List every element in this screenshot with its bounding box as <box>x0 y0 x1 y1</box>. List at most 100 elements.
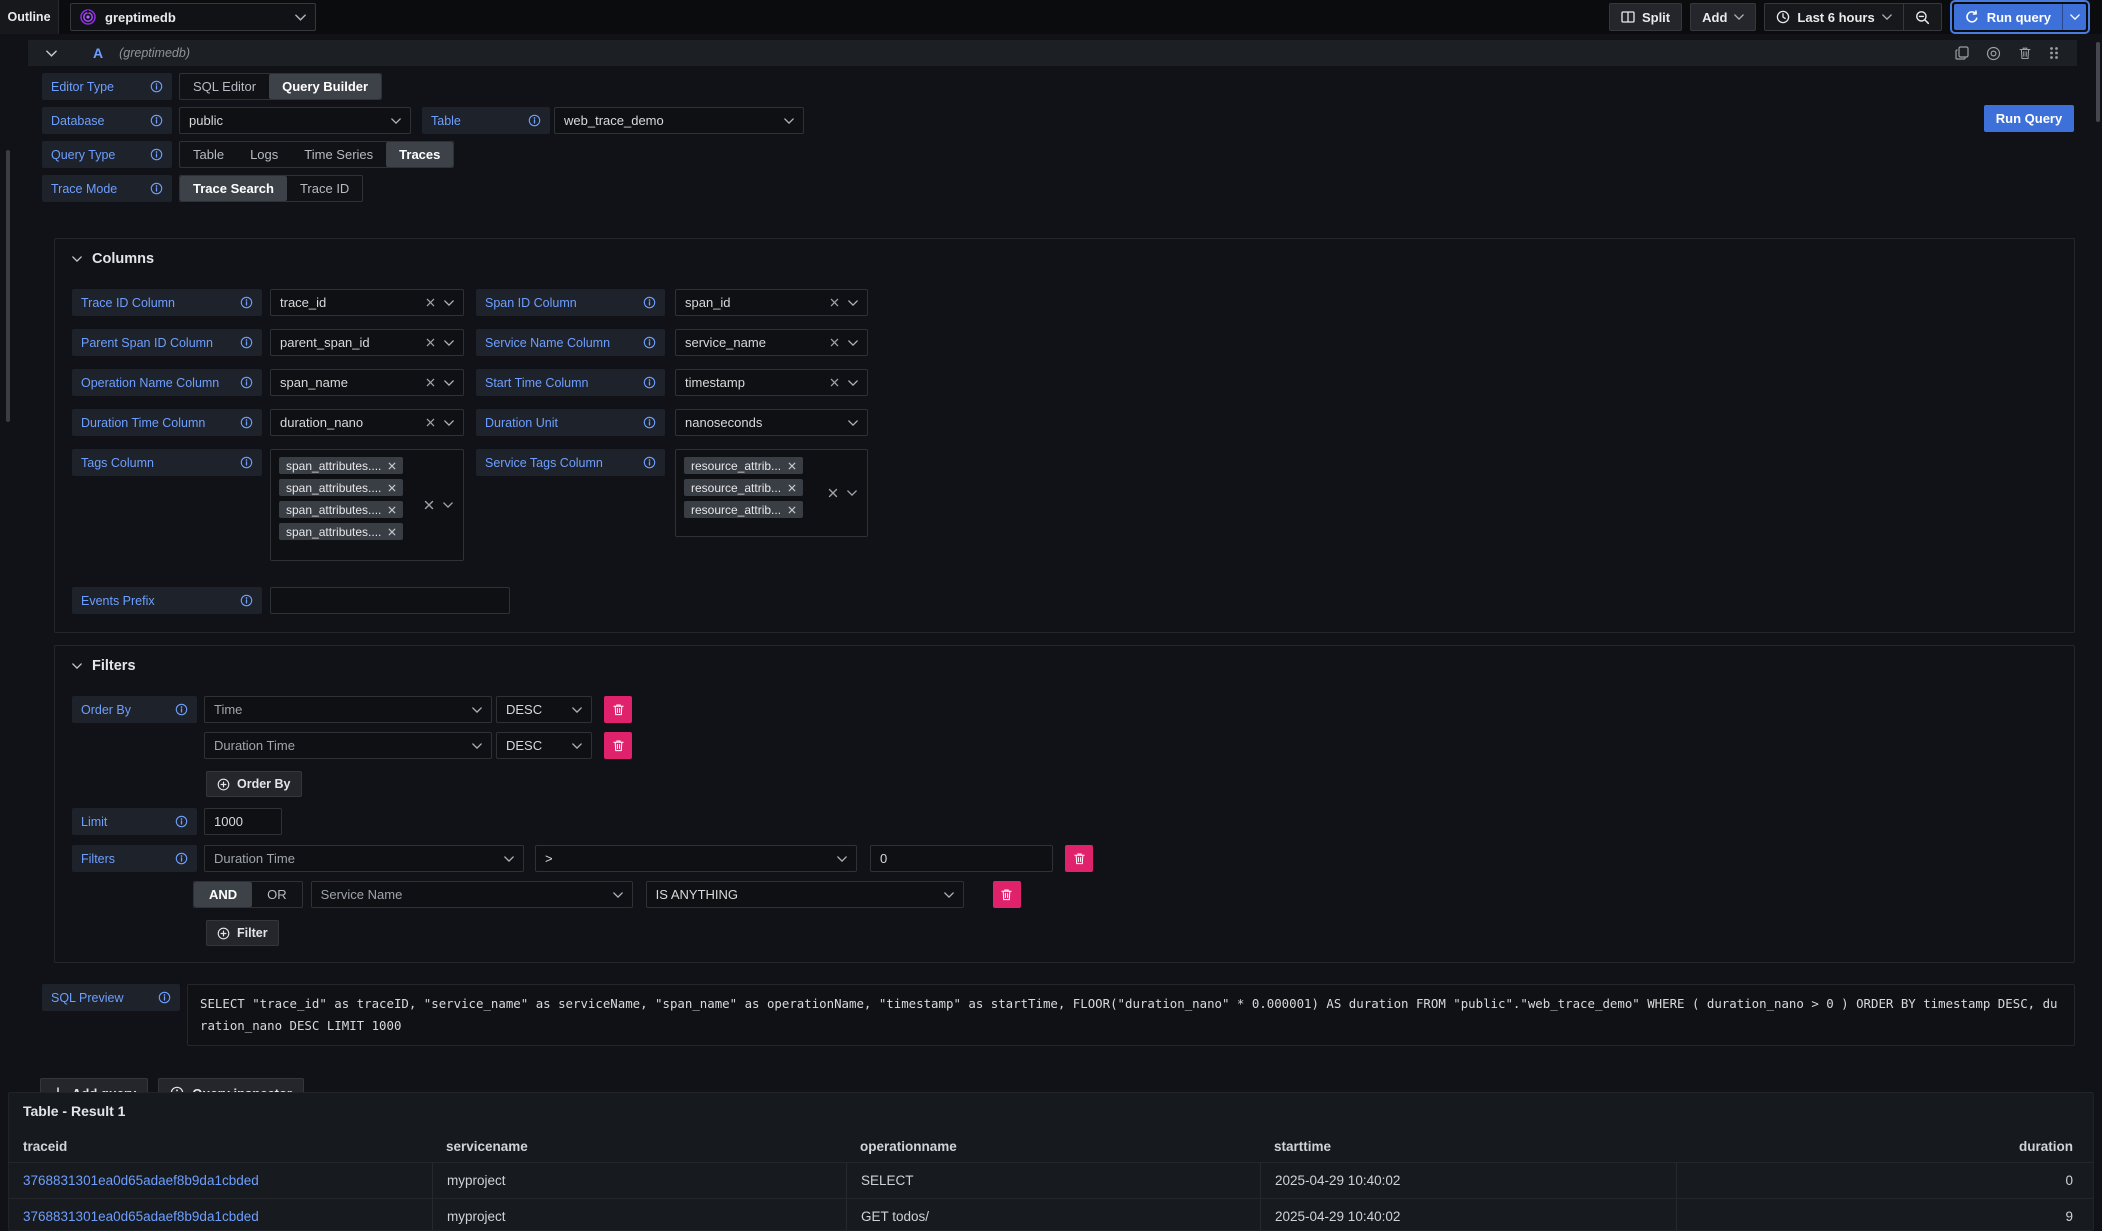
add-order-by-button[interactable]: Order By <box>206 771 302 797</box>
info-icon[interactable] <box>643 376 656 389</box>
trace-mode-trace-search[interactable]: Trace Search <box>180 176 287 201</box>
column-header-duration[interactable]: duration <box>1676 1130 2093 1162</box>
remove-order-by-button[interactable] <box>604 696 632 723</box>
left-scrollbar-thumb[interactable] <box>6 150 10 422</box>
parent-span-id-column-select[interactable]: parent_span_id <box>270 329 464 356</box>
trace-id-link[interactable]: 3768831301ea0d65adaef8b9da1cbded <box>23 1173 259 1188</box>
start-time-column-select[interactable]: timestamp <box>675 369 868 396</box>
service-tag-chip[interactable]: resource_attrib... <box>684 501 803 518</box>
run-query-panel-button[interactable]: Run Query <box>1984 105 2074 132</box>
remove-chip-icon[interactable] <box>388 484 396 492</box>
time-range-picker[interactable]: Last 6 hours <box>1765 4 1902 30</box>
tag-chip[interactable]: span_attributes.... <box>279 523 403 540</box>
filter-operator-select[interactable]: > <box>535 845 857 872</box>
clear-icon[interactable] <box>426 418 435 427</box>
info-icon[interactable] <box>175 815 188 828</box>
info-icon[interactable] <box>240 336 253 349</box>
filter-logic-and[interactable]: AND <box>194 882 252 907</box>
query-type-traces[interactable]: Traces <box>386 142 453 167</box>
tag-chip[interactable]: span_attributes.... <box>279 479 403 496</box>
info-icon[interactable] <box>240 456 253 469</box>
remove-filter-button[interactable] <box>1065 845 1093 872</box>
info-icon[interactable] <box>240 416 253 429</box>
run-query-button[interactable]: Run query <box>1954 4 2062 30</box>
info-icon[interactable] <box>240 594 253 607</box>
events-prefix-input[interactable] <box>270 587 510 614</box>
editor-type-query-builder[interactable]: Query Builder <box>269 74 381 99</box>
filter-logic-or[interactable]: OR <box>252 882 302 907</box>
order-by-direction-select-1[interactable]: DESC <box>496 696 592 723</box>
order-by-direction-select-2[interactable]: DESC <box>496 732 592 759</box>
remove-chip-icon[interactable] <box>388 506 396 514</box>
zoom-out-time-button[interactable] <box>1903 4 1941 30</box>
trace-id-column-select[interactable]: trace_id <box>270 289 464 316</box>
duration-time-column-select[interactable]: duration_nano <box>270 409 464 436</box>
filter-operator-select-2[interactable]: IS ANYTHING <box>646 881 964 908</box>
clear-all-icon[interactable] <box>828 488 838 498</box>
collapse-chevron-icon[interactable] <box>46 50 57 57</box>
info-icon[interactable] <box>150 80 163 93</box>
order-by-field-select-1[interactable]: Time <box>204 696 492 723</box>
remove-chip-icon[interactable] <box>388 528 396 536</box>
clear-all-icon[interactable] <box>424 500 434 510</box>
info-icon[interactable] <box>643 416 656 429</box>
toggle-visibility-icon[interactable] <box>1986 46 2001 61</box>
remove-chip-icon[interactable] <box>788 462 796 470</box>
filter-field-select[interactable]: Duration Time <box>204 845 524 872</box>
info-icon[interactable] <box>175 852 188 865</box>
service-tag-chip[interactable]: resource_attrib... <box>684 457 803 474</box>
info-icon[interactable] <box>158 991 171 1004</box>
service-tags-column-multiselect[interactable]: resource_attrib... resource_attrib... re… <box>675 449 868 537</box>
clear-icon[interactable] <box>426 378 435 387</box>
outline-toggle[interactable]: Outline <box>0 0 59 34</box>
info-icon[interactable] <box>643 296 656 309</box>
tags-column-multiselect[interactable]: span_attributes.... span_attributes.... … <box>270 449 464 561</box>
filters-section-header[interactable]: Filters <box>55 646 2074 674</box>
split-button[interactable]: Split <box>1609 3 1682 31</box>
remove-chip-icon[interactable] <box>788 484 796 492</box>
query-type-logs[interactable]: Logs <box>237 142 291 167</box>
info-icon[interactable] <box>150 148 163 161</box>
info-icon[interactable] <box>150 182 163 195</box>
remove-chip-icon[interactable] <box>788 506 796 514</box>
order-by-field-select-2[interactable]: Duration Time <box>204 732 492 759</box>
column-header-operationname[interactable]: operationname <box>846 1130 1260 1162</box>
info-icon[interactable] <box>175 703 188 716</box>
clear-icon[interactable] <box>426 338 435 347</box>
service-tag-chip[interactable]: resource_attrib... <box>684 479 803 496</box>
tag-chip[interactable]: span_attributes.... <box>279 457 403 474</box>
duplicate-query-icon[interactable] <box>1955 46 1969 60</box>
clear-icon[interactable] <box>830 338 839 347</box>
database-select[interactable]: public <box>179 107 411 134</box>
clear-icon[interactable] <box>830 298 839 307</box>
trace-mode-trace-id[interactable]: Trace ID <box>287 176 362 201</box>
clear-icon[interactable] <box>426 298 435 307</box>
service-name-column-select[interactable]: service_name <box>675 329 868 356</box>
datasource-picker[interactable]: greptimedb <box>70 3 316 31</box>
query-type-table[interactable]: Table <box>180 142 237 167</box>
column-header-starttime[interactable]: starttime <box>1260 1130 1676 1162</box>
remove-chip-icon[interactable] <box>388 462 396 470</box>
info-icon[interactable] <box>643 336 656 349</box>
remove-order-by-button[interactable] <box>604 732 632 759</box>
limit-input[interactable] <box>204 808 282 835</box>
add-button[interactable]: Add <box>1690 3 1756 31</box>
info-icon[interactable] <box>240 376 253 389</box>
info-icon[interactable] <box>528 114 541 127</box>
drag-handle-icon[interactable] <box>2049 46 2059 60</box>
info-icon[interactable] <box>150 114 163 127</box>
columns-section-header[interactable]: Columns <box>55 239 2074 267</box>
editor-type-sql-editor[interactable]: SQL Editor <box>180 74 269 99</box>
table-select[interactable]: web_trace_demo <box>554 107 804 134</box>
filter-value-input[interactable] <box>870 845 1053 872</box>
filter-field-select-2[interactable]: Service Name <box>311 881 633 908</box>
operation-name-column-select[interactable]: span_name <box>270 369 464 396</box>
delete-query-icon[interactable] <box>2018 46 2032 60</box>
query-row-header[interactable]: A (greptimedb) <box>28 40 2077 66</box>
duration-unit-select[interactable]: nanoseconds <box>675 409 868 436</box>
remove-filter-button[interactable] <box>993 881 1021 908</box>
info-icon[interactable] <box>240 296 253 309</box>
run-query-dropdown-toggle[interactable] <box>2062 4 2086 30</box>
query-type-time-series[interactable]: Time Series <box>291 142 386 167</box>
right-scrollbar-thumb[interactable] <box>2096 42 2100 122</box>
